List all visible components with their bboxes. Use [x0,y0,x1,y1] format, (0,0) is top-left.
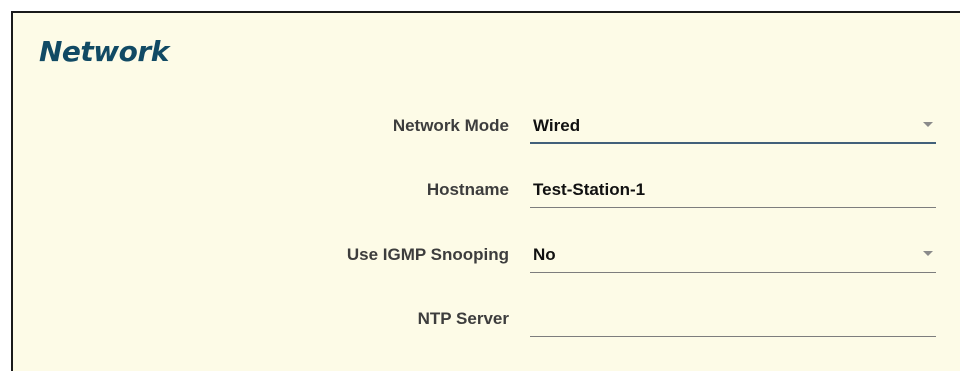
igmp-snooping-label: Use IGMP Snooping [346,245,509,264]
hostname-label: Hostname [426,180,509,199]
ntp-server-input[interactable] [530,301,936,337]
igmp-snooping-row: Use IGMP Snooping No [13,245,960,285]
network-mode-label: Network Mode [392,116,509,135]
chevron-down-icon[interactable] [923,251,933,256]
ntp-server-row: NTP Server [13,309,960,349]
network-mode-row: Network Mode Wired [13,116,960,156]
panel-title: Network [39,35,169,68]
igmp-snooping-select[interactable]: No [530,237,936,273]
network-mode-value: Wired [533,116,581,135]
hostname-value: Test-Station-1 [533,180,646,199]
hostname-input[interactable]: Test-Station-1 [530,172,936,208]
network-mode-select[interactable]: Wired [530,108,936,144]
ntp-server-label: NTP Server [417,309,509,328]
hostname-row: Hostname Test-Station-1 [13,180,960,220]
network-settings-panel: Network Network Mode Wired Hostname Test… [11,11,960,371]
chevron-down-icon[interactable] [923,122,933,127]
igmp-snooping-value: No [533,245,556,264]
